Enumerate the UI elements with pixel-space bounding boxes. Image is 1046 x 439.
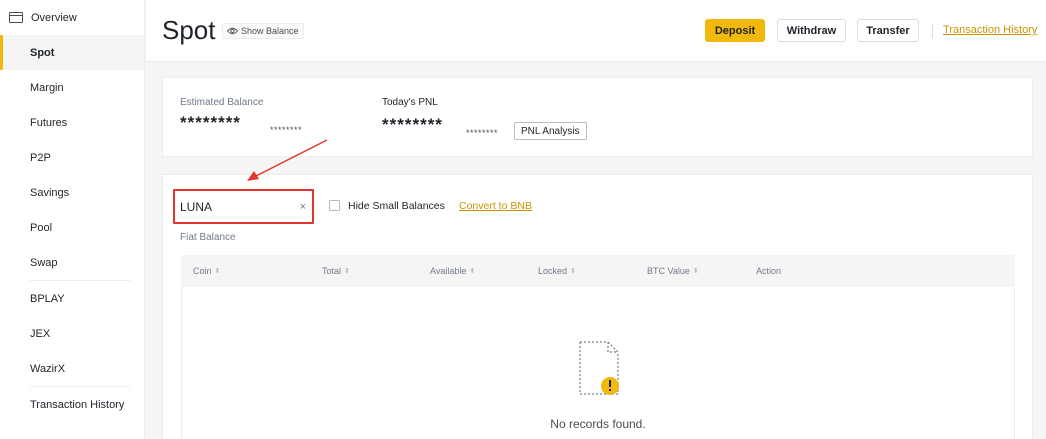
- sort-icon: ⬍: [469, 268, 476, 275]
- column-label: Coin: [193, 266, 212, 276]
- sidebar-item-savings[interactable]: Savings: [0, 175, 144, 210]
- header-divider: [932, 24, 933, 38]
- no-records-icon: [579, 341, 619, 395]
- no-records-message: No records found.: [550, 417, 646, 431]
- sidebar-item-label: Overview: [31, 11, 77, 24]
- withdraw-button[interactable]: Withdraw: [777, 19, 846, 42]
- pnl-analysis-button[interactable]: PNL Analysis: [514, 122, 587, 140]
- sidebar-item-label: Transaction History: [30, 398, 125, 411]
- column-header-locked[interactable]: Locked ⬍: [538, 266, 576, 276]
- hide-small-balances-checkbox[interactable]: [329, 200, 340, 211]
- sidebar-item-label: WazirX: [30, 362, 66, 375]
- sidebar-item-label: Futures: [30, 116, 68, 129]
- column-header-total[interactable]: Total ⬍: [322, 266, 350, 276]
- sidebar-item-overview[interactable]: Overview: [0, 0, 144, 35]
- assets-card: × Hide Small Balances Convert to BNB Fia…: [162, 174, 1033, 439]
- column-label: Available: [430, 266, 467, 276]
- coin-search-box: ×: [173, 189, 314, 224]
- wallet-icon: [9, 12, 23, 23]
- sidebar-item-label: Margin: [30, 81, 64, 94]
- sort-icon: ⬍: [214, 268, 221, 275]
- coin-search-input[interactable]: [180, 198, 290, 216]
- transaction-history-link[interactable]: Transaction History: [943, 24, 1037, 36]
- sidebar-item-bplay[interactable]: BPLAY: [0, 281, 144, 316]
- todays-pnl-sub: ********: [466, 128, 499, 138]
- transfer-button[interactable]: Transfer: [857, 19, 919, 42]
- sort-icon: ⬍: [692, 268, 699, 275]
- sidebar-item-label: P2P: [30, 151, 51, 164]
- sidebar-item-wazirx[interactable]: WazirX: [0, 351, 144, 386]
- show-balance-label: Show Balance: [241, 26, 299, 36]
- page-header: Spot Show Balance Deposit Withdraw Trans…: [146, 0, 1046, 62]
- sidebar-item-label: BPLAY: [30, 292, 65, 305]
- show-balance-toggle[interactable]: Show Balance: [222, 23, 304, 39]
- column-label: Total: [322, 266, 342, 276]
- sidebar-item-label: Pool: [30, 221, 53, 234]
- hide-small-balances-label[interactable]: Hide Small Balances: [348, 200, 445, 212]
- sidebar-item-swap[interactable]: Swap: [0, 245, 144, 280]
- estimated-balance-value: ********: [180, 113, 241, 132]
- column-label: Action: [756, 266, 782, 276]
- estimated-balance-sub: ********: [270, 125, 303, 135]
- column-label: BTC Value: [647, 266, 690, 276]
- sidebar-item-label: Savings: [30, 186, 70, 199]
- sidebar-item-pool[interactable]: Pool: [0, 210, 144, 245]
- sidebar-item-p2p[interactable]: P2P: [0, 140, 144, 175]
- sidebar-item-margin[interactable]: Margin: [0, 70, 144, 105]
- column-header-action: Action: [756, 266, 781, 276]
- clear-icon[interactable]: ×: [300, 201, 306, 213]
- eye-icon: [227, 27, 238, 35]
- column-header-available[interactable]: Available ⬍: [430, 266, 475, 276]
- sidebar-item-futures[interactable]: Futures: [0, 105, 144, 140]
- sidebar-item-spot[interactable]: Spot: [0, 35, 144, 70]
- table-body: No records found.: [181, 287, 1015, 439]
- sidebar-item-label: JEX: [30, 327, 51, 340]
- convert-to-bnb-link[interactable]: Convert to BNB: [459, 200, 532, 212]
- sidebar-item-label: Spot: [30, 46, 55, 59]
- main-content: Spot Show Balance Deposit Withdraw Trans…: [146, 0, 1046, 439]
- sort-icon: ⬍: [344, 268, 350, 275]
- todays-pnl-label: Today's PNL: [382, 97, 438, 108]
- sort-icon: ⬍: [570, 268, 576, 275]
- fiat-balance-label[interactable]: Fiat Balance: [180, 232, 236, 243]
- deposit-button[interactable]: Deposit: [705, 19, 765, 42]
- page-title: Spot: [162, 15, 216, 45]
- column-label: Locked: [538, 266, 568, 276]
- balance-card: Estimated Balance ******** ******** Toda…: [162, 77, 1033, 157]
- estimated-balance-label: Estimated Balance: [180, 97, 264, 108]
- column-header-btc-value[interactable]: BTC Value ⬍: [647, 266, 699, 276]
- sidebar-item-transaction-history[interactable]: Transaction History: [0, 387, 144, 422]
- sidebar-item-jex[interactable]: JEX: [0, 316, 144, 351]
- table-header: Coin ⬍ Total ⬍ Available ⬍ Locked ⬍ BTC …: [181, 255, 1015, 287]
- sidebar: Overview Spot Margin Futures P2P Savings…: [0, 0, 145, 439]
- column-header-coin[interactable]: Coin ⬍: [193, 266, 220, 276]
- sidebar-item-label: Swap: [30, 256, 58, 269]
- todays-pnl-value: ********: [382, 115, 443, 134]
